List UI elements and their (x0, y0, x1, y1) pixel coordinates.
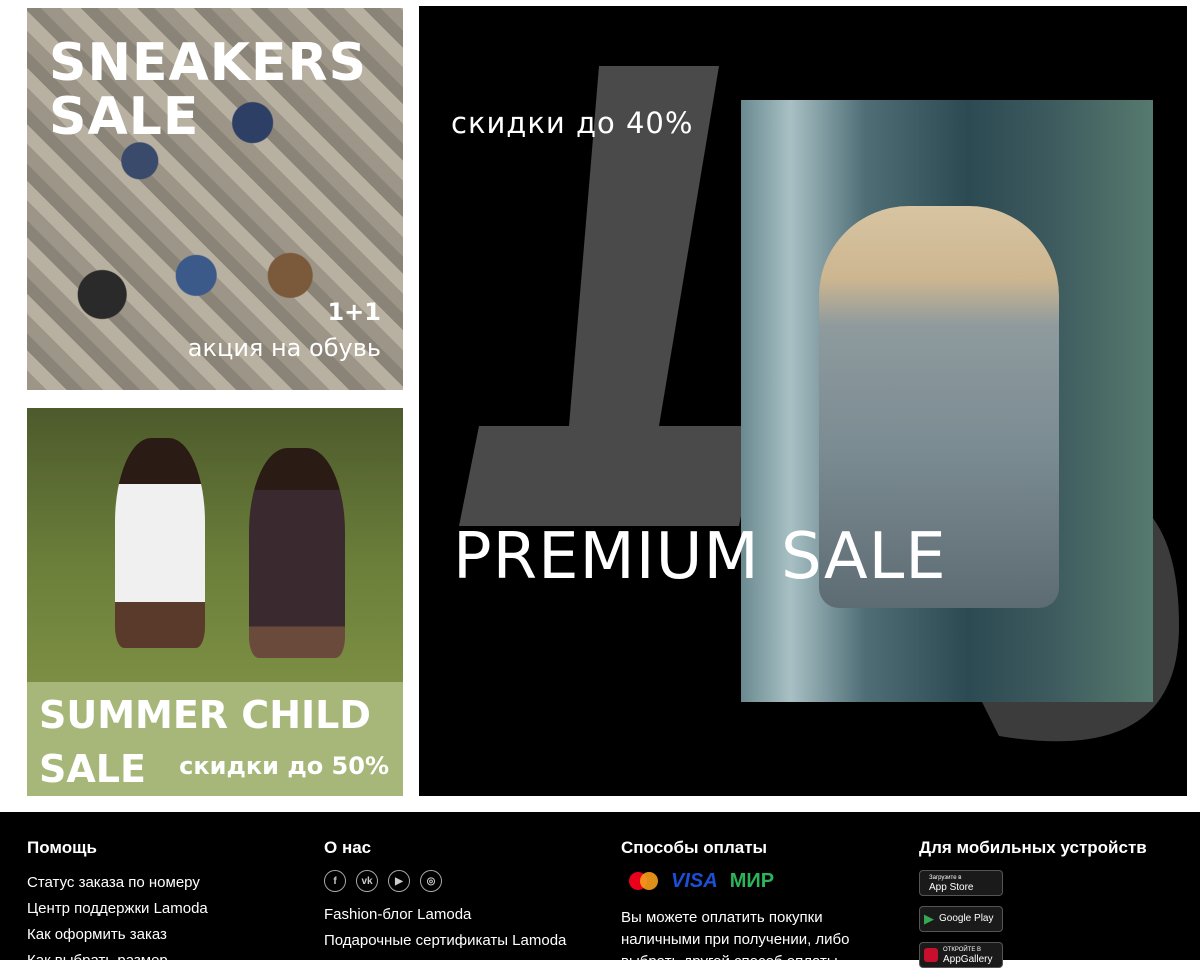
app-gallery-badge[interactable]: ОТКРОЙТЕ В AppGallery (919, 942, 1003, 968)
child-figure-left (115, 438, 205, 648)
youtube-icon[interactable]: ▶ (388, 870, 410, 892)
sneakers-promo-offer: 1+1 (327, 298, 381, 326)
footer-link-support-center[interactable]: Центр поддержки Lamoda (27, 896, 208, 922)
site-footer: Помощь Статус заказа по номеру Центр под… (0, 812, 1200, 970)
summer-child-sale-banner[interactable]: SUMMER CHILD SALE скидки до 50% (27, 408, 403, 796)
footer-help-heading: Помощь (27, 838, 97, 857)
sneakers-title-line1: SNEAKERS (49, 33, 368, 93)
payment-description: Вы можете оплатить покупки наличными при… (621, 909, 850, 970)
child-figure-right (249, 448, 345, 658)
app-store-name: App Store (929, 882, 974, 893)
child-banner-caption-band: SUMMER CHILD SALE скидки до 50% (27, 682, 403, 796)
footer-payment-column: Способы оплаты VISA МИР Вы можете оплати… (621, 838, 871, 973)
mastercard-icon (629, 871, 659, 892)
premium-sale-banner[interactable]: скидки до 40% PREMIUM SALE (419, 6, 1187, 796)
mir-icon: МИР (729, 870, 775, 892)
social-links: f vk ▶ ◎ (324, 870, 566, 892)
footer-link-fashion-blog[interactable]: Fashion-блог Lamoda (324, 902, 566, 928)
sneakers-promo: 1+1 акция на обувь (188, 298, 381, 362)
google-play-icon: ▶ (924, 911, 934, 926)
instagram-icon[interactable]: ◎ (420, 870, 442, 892)
footer-payment-heading: Способы оплаты (621, 838, 768, 857)
footer-link-size-guide[interactable]: Как выбрать размер (27, 948, 208, 974)
vk-icon[interactable]: vk (356, 870, 378, 892)
child-title-line1: SUMMER CHILD (39, 693, 371, 737)
sneakers-title-line2: SALE (49, 87, 200, 147)
footer-link-gift-certificates[interactable]: Подарочные сертификаты Lamoda (324, 928, 566, 954)
sneakers-title: SNEAKERS SALE (49, 36, 367, 144)
premium-title: PREMIUM SALE (453, 520, 947, 594)
footer-link-how-to-order[interactable]: Как оформить заказ (27, 922, 208, 948)
footer-help-column: Помощь Статус заказа по номеру Центр под… (27, 838, 208, 974)
footer-mobile-heading: Для мобильных устройств (919, 838, 1147, 857)
footer-about-heading: О нас (324, 838, 372, 857)
visa-icon: VISA (671, 870, 718, 892)
sneakers-sale-banner[interactable]: SNEAKERS SALE 1+1 акция на обувь (27, 8, 403, 390)
google-play-name: Google Play (939, 913, 994, 924)
premium-discount: скидки до 40% (451, 106, 694, 140)
footer-link-order-status[interactable]: Статус заказа по номеру (27, 870, 208, 896)
app-store-badge[interactable]: Загрузите в App Store (919, 870, 1003, 896)
facebook-icon[interactable]: f (324, 870, 346, 892)
google-play-badge[interactable]: ▶ Google Play (919, 906, 1003, 932)
footer-about-column: О нас f vk ▶ ◎ Fashion-блог Lamoda Подар… (324, 838, 566, 954)
sneakers-promo-text: акция на обувь (187, 334, 381, 362)
child-discount: скидки до 50% (179, 752, 389, 780)
footer-mobile-column: Для мобильных устройств Загрузите в App S… (919, 838, 1147, 978)
payment-methods: VISA МИР (629, 870, 871, 893)
